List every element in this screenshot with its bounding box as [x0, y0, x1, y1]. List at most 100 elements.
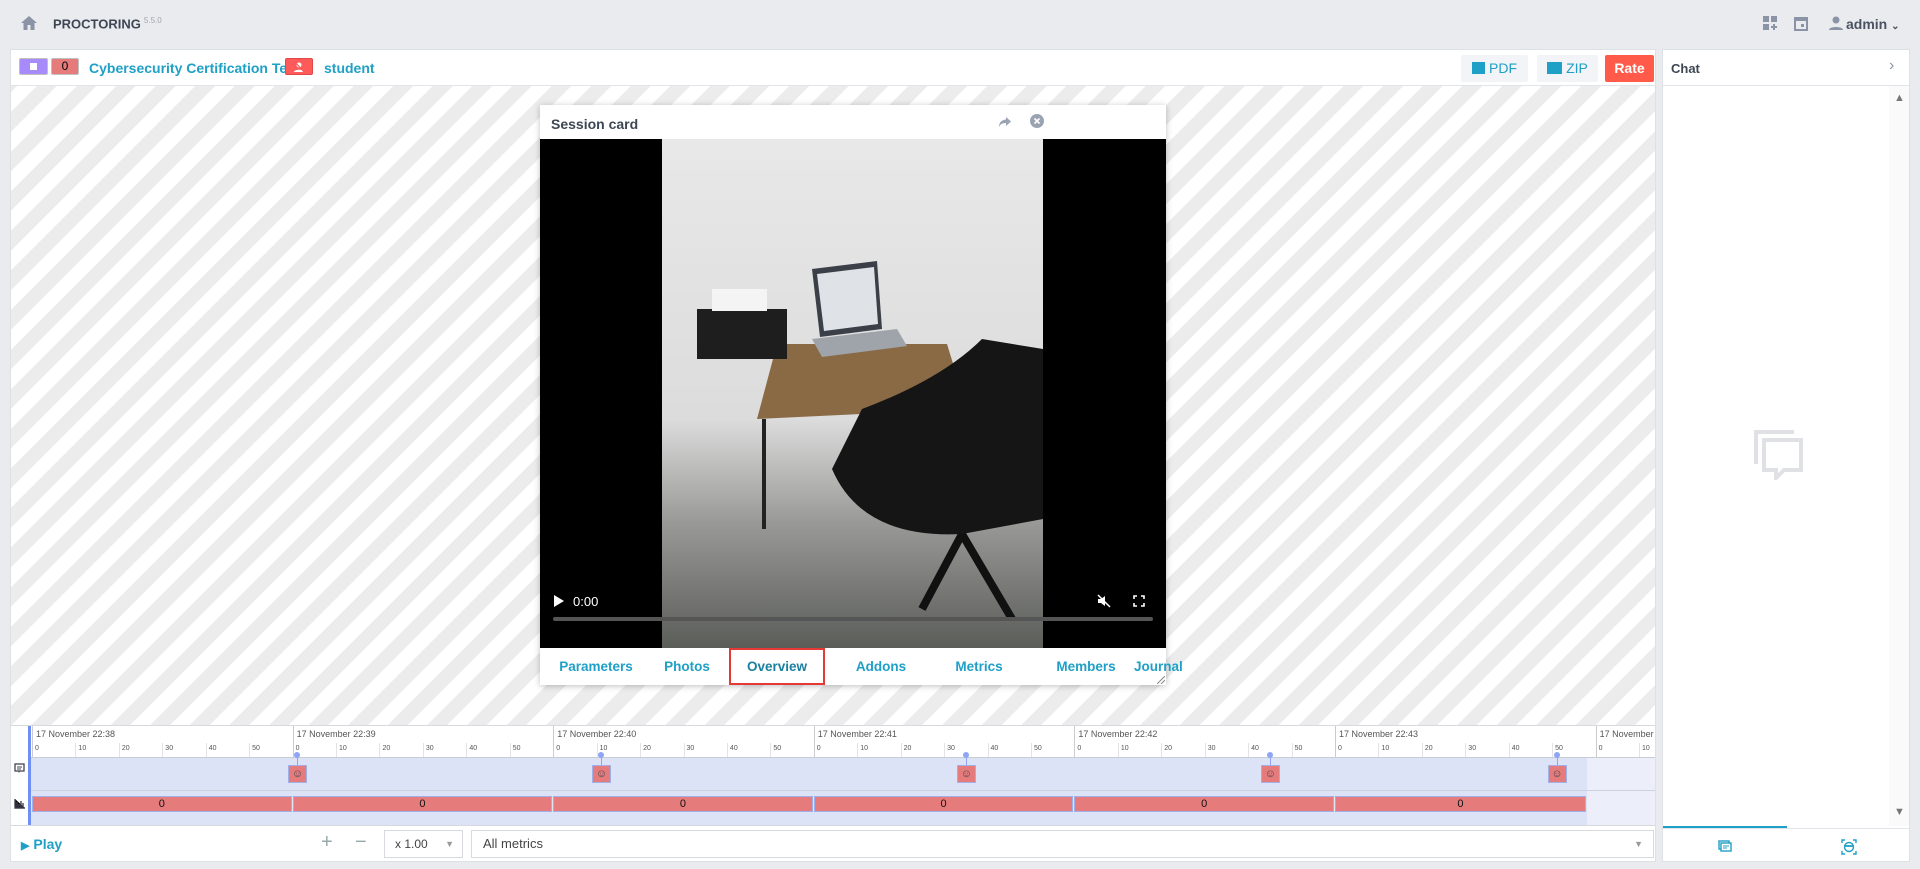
- event-marker[interactable]: ☺: [956, 765, 976, 783]
- play-icon[interactable]: [554, 595, 564, 607]
- second-tick: [770, 743, 772, 757]
- calendar-icon[interactable]: [1793, 15, 1809, 31]
- second-tick: [1248, 743, 1250, 757]
- second-tick-label: 0: [1598, 745, 1603, 752]
- add-widget-icon[interactable]: [1762, 15, 1778, 31]
- second-tick-label: 0: [295, 745, 300, 752]
- event-marker[interactable]: ☺: [1260, 765, 1280, 783]
- second-tick-label: 10: [599, 745, 608, 752]
- tab-parameters[interactable]: Parameters: [550, 648, 642, 685]
- second-tick-label: 10: [78, 745, 87, 752]
- second-tick-label: 0: [1077, 745, 1082, 752]
- tab-members[interactable]: Members: [1040, 648, 1132, 685]
- home-icon[interactable]: [20, 15, 38, 31]
- minute-divider: [292, 726, 294, 757]
- second-tick-label: 50: [773, 745, 782, 752]
- second-tick-label: 10: [1381, 745, 1390, 752]
- second-tick-label: 20: [1424, 745, 1433, 752]
- rate-button[interactable]: Rate: [1605, 55, 1654, 82]
- chat-tab-face-detection-icon[interactable]: [1841, 839, 1857, 855]
- user-icon[interactable]: [1828, 15, 1844, 31]
- metrics-chart-icon: [14, 799, 25, 809]
- video-progress-bar[interactable]: [553, 617, 1153, 621]
- student-status-badge[interactable]: [285, 58, 313, 75]
- metric-bar[interactable]: 0: [32, 796, 292, 812]
- timeline[interactable]: 17 November 22:38 0 10 20 30 40 50 17 November …: [11, 725, 1655, 826]
- warnings-badge[interactable]: 0: [51, 58, 79, 75]
- chat-panel: Chat › ▲ ▼: [1662, 49, 1910, 862]
- app-brand: PROCTORING 5.5.0: [53, 16, 162, 31]
- minute-divider: [1074, 726, 1076, 757]
- metric-bar[interactable]: 0: [292, 796, 553, 812]
- pdf-button[interactable]: PDF: [1461, 55, 1528, 82]
- event-marker[interactable]: ☺: [591, 765, 611, 783]
- chat-scrollbar[interactable]: ▲ ▼: [1889, 86, 1909, 826]
- play-button[interactable]: ▶ Play: [21, 836, 62, 852]
- session-card[interactable]: Session card 0:00 Parameters Photos Over…: [540, 105, 1183, 685]
- zoom-in-button[interactable]: +: [321, 831, 333, 854]
- second-tick: [1161, 743, 1163, 757]
- event-marker[interactable]: ☺: [287, 765, 307, 783]
- no-messages-icon: [1754, 430, 1803, 480]
- share-icon[interactable]: [998, 116, 1012, 128]
- second-tick-label: 40: [990, 745, 999, 752]
- video-stage: Session card 0:00 Parameters Photos Over…: [11, 86, 1655, 725]
- zoom-out-button[interactable]: −: [355, 831, 367, 854]
- second-tick-label: 0: [1338, 745, 1342, 752]
- metric-bar[interactable]: 0: [813, 796, 1074, 812]
- event-marker[interactable]: ☺: [1547, 765, 1567, 783]
- second-tick: [1204, 743, 1206, 757]
- resize-handle-icon[interactable]: [1157, 676, 1165, 684]
- tab-photos[interactable]: Photos: [652, 648, 722, 685]
- comment-icon: [14, 763, 25, 773]
- second-tick-label: 40: [1511, 745, 1520, 752]
- chat-tab-messages-icon[interactable]: [1718, 840, 1732, 854]
- fullscreen-icon[interactable]: [1133, 595, 1145, 607]
- brand-name: PROCTORING: [53, 16, 141, 32]
- minute-divider: [813, 726, 815, 757]
- second-tick-label: 30: [686, 745, 695, 752]
- student-link[interactable]: student: [324, 60, 375, 76]
- session-card-tabs: Parameters Photos Overview Addons Metrics Mem…: [540, 648, 1183, 685]
- second-tick-label: 30: [947, 745, 955, 752]
- close-icon[interactable]: [1030, 114, 1044, 128]
- dropdown-arrow-icon: ▼: [1634, 839, 1643, 849]
- second-tick: [900, 743, 902, 757]
- status-badge[interactable]: [19, 58, 48, 75]
- chevron-down-icon: ⌄: [1891, 21, 1900, 32]
- tab-overview[interactable]: Overview: [729, 648, 825, 685]
- test-title-link[interactable]: Cybersecurity Certification Test: [89, 60, 300, 76]
- second-tick: [162, 743, 164, 757]
- metric-bar[interactable]: 0: [1074, 796, 1334, 812]
- minute-label: 17 November 22:38: [36, 729, 116, 739]
- second-tick: [1117, 743, 1119, 757]
- second-tick-label: 0: [556, 745, 561, 752]
- divider: [31, 757, 1655, 758]
- tab-metrics[interactable]: Metrics: [939, 648, 1019, 685]
- chevron-right-icon[interactable]: ›: [1889, 57, 1894, 75]
- scroll-down-icon[interactable]: ▼: [1894, 806, 1905, 818]
- metric-bar[interactable]: 0: [553, 796, 813, 812]
- second-tick-label: 50: [512, 745, 521, 752]
- second-tick-label: 10: [339, 745, 347, 752]
- metric-bar[interactable]: 0: [1335, 796, 1586, 812]
- play-label: Play: [33, 836, 63, 852]
- speed-value: x 1.00: [395, 837, 428, 851]
- muted-icon[interactable]: [1097, 594, 1111, 608]
- tab-addons[interactable]: Addons: [844, 648, 918, 685]
- user-menu[interactable]: admin ⌄: [1846, 16, 1900, 32]
- second-tick: [422, 743, 424, 757]
- scroll-up-icon[interactable]: ▲: [1894, 92, 1905, 104]
- video-player[interactable]: 0:00: [540, 139, 1166, 648]
- second-tick-label: 40: [729, 745, 738, 752]
- chat-header: Chat ›: [1663, 50, 1909, 86]
- minute-label: 17 November 22:43: [1339, 729, 1419, 739]
- metrics-filter-value: All metrics: [483, 836, 543, 851]
- zip-button[interactable]: ZIP: [1537, 55, 1598, 82]
- second-tick-label: 10: [860, 745, 869, 752]
- event-stem: [1269, 757, 1271, 765]
- play-icon: ▶: [21, 840, 30, 852]
- metrics-filter-select[interactable]: All metrics ▼: [471, 830, 1654, 858]
- second-tick-label: 10: [1642, 745, 1650, 752]
- speed-select[interactable]: x 1.00 ▼: [384, 830, 463, 858]
